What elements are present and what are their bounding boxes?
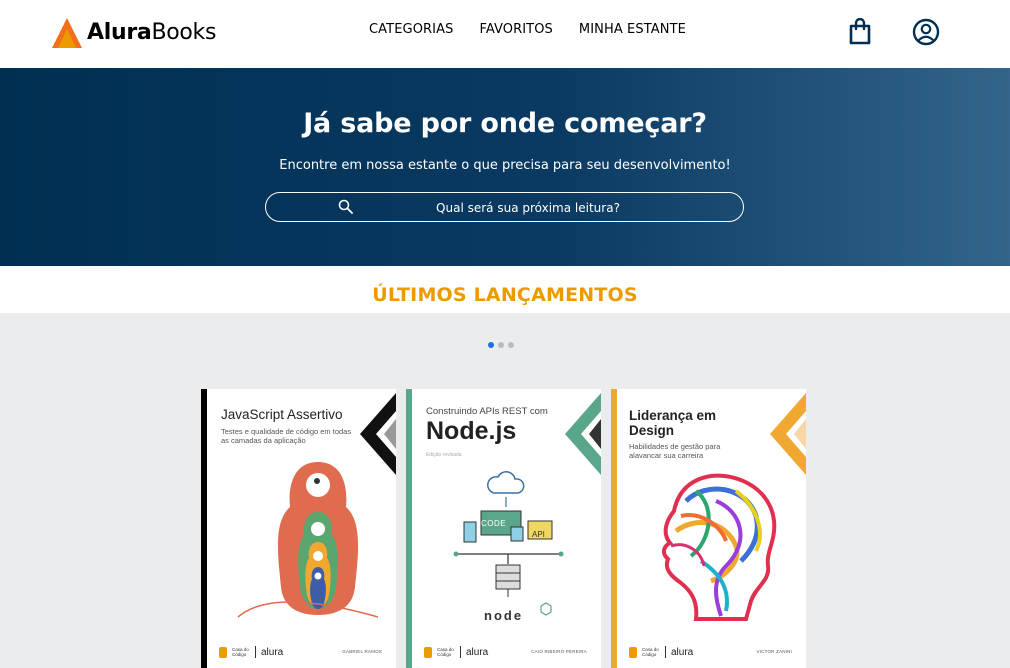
publisher-separator (665, 646, 666, 658)
casa-do-codigo-icon (629, 646, 637, 658)
chevron-decoration-icon (565, 393, 601, 475)
carousel-dot-3[interactable] (508, 342, 514, 348)
book-spine (201, 389, 207, 668)
publisher-cdc: Casa do Código (642, 647, 659, 657)
api-architecture-illustration-icon (453, 471, 564, 616)
book-card-nodejs[interactable]: Construindo APIs REST com Node.js Edição… (406, 389, 601, 668)
book-publisher-logos: Casa do Código alura (219, 646, 283, 658)
site-header: AluraBooks CATEGORIAS FAVORITOS MINHA ES… (0, 0, 1010, 68)
main-nav: CATEGORIAS FAVORITOS MINHA ESTANTE (369, 22, 712, 37)
alurabooks-logo[interactable]: AluraBooks (51, 16, 216, 50)
section-title-ultimos-lancamentos: ÚLTIMOS LANÇAMENTOS (372, 284, 638, 306)
carousel-dot-2[interactable] (498, 342, 504, 348)
book-author: GABRIEL RAMOS (342, 649, 382, 654)
publisher-alura: alura (261, 646, 284, 658)
shopping-bag-icon[interactable] (846, 18, 874, 46)
book-spine (406, 389, 412, 668)
carousel-dot-1[interactable] (488, 342, 494, 348)
casa-do-codigo-icon (424, 646, 432, 658)
carousel-dots (488, 342, 514, 348)
code-label: CODE (481, 519, 507, 528)
book-title-prefix: Construindo APIs REST com (426, 406, 548, 417)
book-author: CAIO RIBEIRO PEREIRA (531, 649, 587, 654)
nav-categorias[interactable]: CATEGORIAS (369, 22, 453, 37)
book-subtitle: Testes e qualidade de código em todas as… (221, 427, 352, 445)
book-edition: Edição revisada (426, 452, 462, 458)
nav-minha-estante[interactable]: MINHA ESTANTE (579, 22, 686, 37)
hero-banner: Já sabe por onde começar? Encontre em no… (0, 68, 1010, 266)
publisher-cdc: Casa do Código (232, 647, 249, 657)
logo-triangle-icon (52, 18, 82, 48)
book-spine (611, 389, 617, 668)
book-title: Liderança em Design (629, 408, 717, 438)
chevron-decoration-icon (770, 393, 806, 475)
book-title: JavaScript Assertivo (221, 407, 343, 422)
nav-favoritos[interactable]: FAVORITOS (479, 22, 552, 37)
book-card-javascript-assertivo[interactable]: JavaScript Assertivo Testes e qualidade … (201, 389, 396, 668)
colorful-head-illustration-icon (661, 473, 777, 621)
logo-text-books: Books (151, 20, 217, 45)
node-logo-text: node (484, 608, 524, 623)
user-account-icon[interactable] (912, 18, 940, 46)
logo-text-alura: Alura (87, 20, 152, 45)
publisher-alura: alura (671, 646, 694, 658)
api-label: API (532, 530, 545, 539)
book-author: VICTOR ZANINI (756, 649, 792, 654)
search-bar[interactable] (265, 192, 744, 222)
publisher-separator (460, 646, 461, 658)
book-publisher-logos: Casa do Código alura (629, 646, 693, 658)
logo-wordmark: AluraBooks (87, 22, 216, 44)
book-carousel: JavaScript Assertivo Testes e qualidade … (0, 313, 1010, 668)
publisher-cdc: Casa do Código (437, 647, 454, 657)
matryoshka-illustration-icon (237, 462, 379, 618)
publisher-alura: alura (466, 646, 489, 658)
hero-title: Já sabe por onde começar? (303, 108, 707, 139)
hero-subtitle: Encontre em nossa estante o que precisa … (279, 158, 731, 173)
publisher-separator (255, 646, 256, 658)
book-subtitle: Habilidades de gestão para alavancar sua… (629, 442, 721, 460)
search-input[interactable] (376, 197, 680, 219)
book-title: Node.js (426, 417, 517, 445)
book-card-lideranca-em-design[interactable]: Liderança em Design Habilidades de gestã… (611, 389, 806, 668)
book-publisher-logos: Casa do Código alura (424, 646, 488, 658)
casa-do-codigo-icon (219, 646, 227, 658)
search-icon (338, 199, 353, 218)
